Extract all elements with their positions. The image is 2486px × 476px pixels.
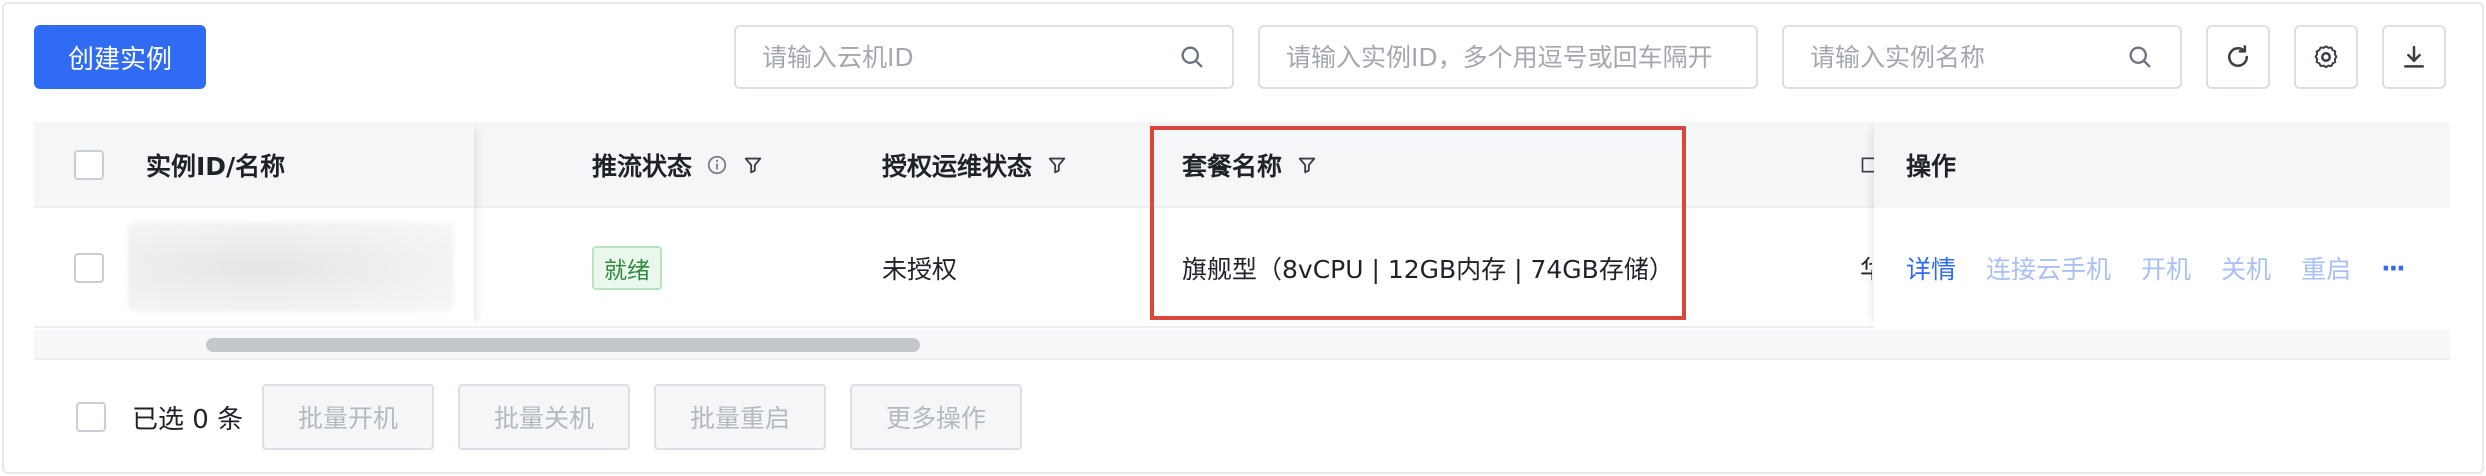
restart-link[interactable]: 重启 xyxy=(2301,250,2351,286)
scrollbar-thumb[interactable] xyxy=(206,338,920,352)
filter-icon[interactable] xyxy=(742,154,764,176)
column-auth-status-label: 授权运维状态 xyxy=(882,152,1033,181)
column-push-status: 推流状态 xyxy=(592,122,764,208)
auth-status-cell: 未授权 xyxy=(882,208,957,328)
column-actions-label: 操作 xyxy=(1906,152,1957,181)
instance-name-search-input[interactable] xyxy=(1810,42,2126,72)
actions-header-bg xyxy=(1874,122,2450,208)
truncated-cell: 华 xyxy=(1860,208,1872,328)
refresh-button[interactable] xyxy=(2206,25,2270,89)
column-actions: 操作 xyxy=(1906,122,1956,208)
more-actions-button[interactable]: ··· xyxy=(2381,254,2405,283)
sticky-left-shadow xyxy=(34,122,474,328)
settings-icon xyxy=(2314,45,2338,69)
info-icon[interactable] xyxy=(706,154,728,176)
batch-restart-button[interactable]: 批量重启 xyxy=(654,384,826,450)
details-link[interactable]: 详情 xyxy=(1906,250,1956,286)
more-operations-button[interactable]: 更多操作 xyxy=(850,384,1022,450)
status-badge: 就绪 xyxy=(592,246,662,290)
download-button[interactable] xyxy=(2382,25,2446,89)
instance-ids-search-input[interactable] xyxy=(1286,42,1730,72)
power-off-link[interactable]: 关机 xyxy=(2221,250,2271,286)
settings-button[interactable] xyxy=(2294,25,2358,89)
truncated-text: 华 xyxy=(1860,250,1872,286)
filter-icon[interactable] xyxy=(1046,154,1068,176)
cloud-id-search-input[interactable] xyxy=(762,42,1178,72)
actions-column: 操作 详情 连接云手机 开机 关机 重启 ··· xyxy=(1874,122,2450,328)
highlight-box xyxy=(1150,126,1686,320)
batch-power-on-button[interactable]: 批量开机 xyxy=(262,384,434,450)
search-icon[interactable] xyxy=(1178,43,1206,71)
column-push-status-label: 推流状态 xyxy=(592,152,693,181)
cloud-id-search-field[interactable] xyxy=(734,25,1234,89)
batch-power-off-button[interactable]: 批量关机 xyxy=(458,384,630,450)
create-instance-button[interactable]: 创建实例 xyxy=(34,25,206,89)
instance-name-search-field[interactable] xyxy=(1782,25,2182,89)
search-icon[interactable] xyxy=(2126,43,2154,71)
connect-phone-link[interactable]: 连接云手机 xyxy=(1986,250,2111,286)
push-status-cell: 就绪 xyxy=(592,208,662,328)
actions-cell: 详情 连接云手机 开机 关机 重启 ··· xyxy=(1906,208,2434,328)
auth-status-value: 未授权 xyxy=(882,255,958,284)
refresh-icon xyxy=(2228,45,2248,67)
selected-count: 已选 0 条 xyxy=(132,404,244,435)
footer-select-all-checkbox[interactable] xyxy=(76,402,106,432)
power-on-link[interactable]: 开机 xyxy=(2141,250,2191,286)
instance-ids-search-field[interactable] xyxy=(1258,25,1758,89)
column-auth-status: 授权运维状态 xyxy=(882,122,1068,208)
download-icon xyxy=(2404,45,2424,68)
horizontal-scrollbar[interactable] xyxy=(34,330,2450,360)
